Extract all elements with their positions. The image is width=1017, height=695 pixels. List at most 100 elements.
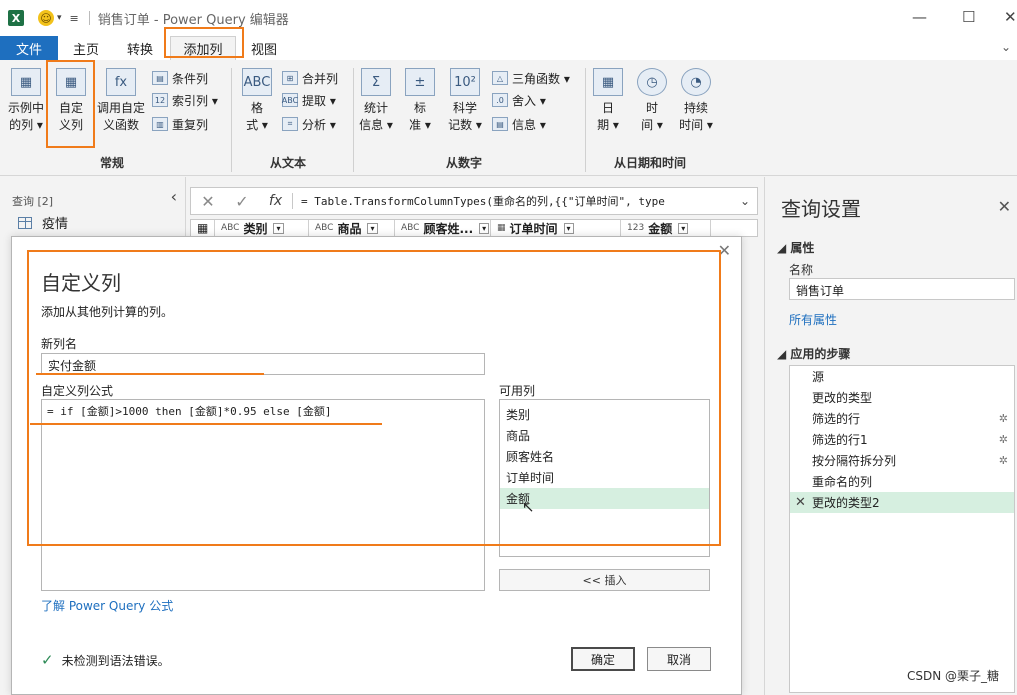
collapse-left-icon[interactable]: ‹	[171, 187, 177, 206]
confirm-formula-icon[interactable]: ✓	[225, 192, 259, 211]
applied-steps-list: 源 更改的类型 筛选的行 ✲ 筛选的行1 ✲ 按分隔符拆分列 ✲ 重命名的列 ✕ 更改的…	[789, 365, 1015, 693]
title-bar: X ☺ ▾ ≡ 销售订单 - Power Query 编辑器 — ☐ ✕	[0, 0, 1017, 36]
chevron-down-icon[interactable]: ⌄	[733, 194, 757, 208]
triangle-icon: △	[492, 71, 508, 85]
dropdown-icon[interactable]: ▾	[367, 222, 378, 234]
standard-button[interactable]: ± 标 准 ▾	[402, 68, 438, 134]
step-item[interactable]: 按分隔符拆分列 ✲	[790, 450, 1014, 471]
group-divider	[585, 68, 586, 172]
title-divider	[88, 11, 90, 25]
invoke-custom-function-button[interactable]: fx 调用自定 义函数	[94, 68, 148, 134]
text-format-icon: ABC	[242, 68, 272, 96]
delete-step-icon[interactable]: ✕	[795, 495, 806, 510]
step-item-selected[interactable]: ✕ 更改的类型2	[790, 492, 1014, 513]
tab-file[interactable]: 文件	[0, 36, 58, 60]
tab-view[interactable]: 视图	[244, 36, 284, 60]
column-from-examples-button[interactable]: ▦ 示例中 的列 ▾	[4, 68, 48, 134]
time-button[interactable]: ◷ 时 间 ▾	[634, 68, 670, 134]
feedback-smiley-icon[interactable]: ☺	[38, 10, 54, 26]
gear-icon[interactable]: ✲	[999, 454, 1008, 467]
step-item[interactable]: 重命名的列	[790, 471, 1014, 492]
info-icon: ▤	[492, 117, 508, 131]
dropdown-icon[interactable]: ▾	[273, 222, 284, 234]
learn-formulas-link[interactable]: 了解 Power Query 公式	[41, 597, 173, 614]
annotation-box-dialog	[27, 250, 721, 546]
extract-button[interactable]: ABC 提取 ▾	[282, 90, 336, 110]
duration-button[interactable]: ◔ 持续 时间 ▾	[676, 68, 716, 134]
close-button[interactable]: ✕	[1004, 8, 1017, 26]
chevron-down-icon[interactable]: ▾	[57, 13, 62, 23]
settings-title: 查询设置	[781, 197, 861, 221]
cancel-formula-icon[interactable]: ✕	[191, 192, 225, 211]
trigonometry-button[interactable]: △ 三角函数 ▾	[492, 68, 570, 88]
group-divider	[353, 68, 354, 172]
watermark: CSDN @栗子_糖	[902, 666, 1003, 685]
column-header[interactable]: ABC 顾客姓... ▾	[395, 220, 491, 236]
maximize-button[interactable]: ☐	[962, 8, 975, 26]
annotation-box-add-column-tab	[164, 27, 244, 58]
annotation-box-custom-column	[46, 60, 95, 148]
conditional-column-button[interactable]: ▤ 条件列	[152, 68, 208, 88]
applied-steps-header: ◢ 应用的步骤	[777, 347, 851, 361]
ribbon-tabs: 文件 主页 转换 添加列 视图 ⌄	[0, 36, 1017, 60]
query-item[interactable]: 疫情	[18, 213, 68, 232]
insert-button[interactable]: << 插入	[499, 569, 710, 591]
step-item[interactable]: 更改的类型	[790, 387, 1014, 408]
calendar-icon: ▦	[593, 68, 623, 96]
statistics-button[interactable]: Σ 统计 信息 ▾	[356, 68, 396, 134]
index-column-button[interactable]: 12 索引列 ▾	[152, 90, 218, 110]
index-icon: 12	[152, 93, 168, 107]
rounding-icon: .0	[492, 93, 508, 107]
dropdown-icon[interactable]: ▾	[563, 222, 574, 234]
ok-button[interactable]: 确定	[571, 647, 635, 671]
chevron-down-icon[interactable]: ⌄	[1001, 40, 1011, 54]
group-label-general: 常规	[100, 156, 125, 170]
gear-icon[interactable]: ✲	[999, 433, 1008, 446]
syntax-status: ✓ 未检测到语法错误。	[41, 651, 170, 669]
exponent-icon: 10²	[450, 68, 480, 96]
table-icon: ▦	[11, 68, 41, 96]
cancel-button[interactable]: 取消	[647, 647, 711, 671]
step-item[interactable]: 筛选的行 ✲	[790, 408, 1014, 429]
scientific-button[interactable]: 10² 科学 记数 ▾	[444, 68, 486, 134]
gear-icon[interactable]: ✲	[999, 412, 1008, 425]
merge-columns-button[interactable]: ⊞ 合并列	[282, 68, 338, 88]
date-button[interactable]: ▦ 日 期 ▾	[590, 68, 626, 134]
all-properties-link[interactable]: 所有属性	[789, 311, 837, 328]
extract-icon: ABC	[282, 93, 298, 107]
column-header[interactable]: 123 金额 ▾	[621, 220, 711, 236]
parse-button[interactable]: ⌗ 分析 ▾	[282, 114, 336, 134]
group-divider	[231, 68, 232, 172]
information-button[interactable]: ▤ 信息 ▾	[492, 114, 546, 134]
format-button[interactable]: ABC 格 式 ▾	[238, 68, 276, 134]
ribbon: ▦ 示例中 的列 ▾ ▦ 自定 义列 fx 调用自定 义函数 ▤ 条件列 12 索引…	[0, 60, 1017, 176]
dropdown-icon[interactable]: ▾	[479, 222, 490, 234]
check-icon: ✓	[41, 651, 54, 669]
column-header[interactable]: ABC 类别 ▾	[215, 220, 309, 236]
parse-icon: ⌗	[282, 117, 298, 131]
close-icon[interactable]: ✕	[998, 197, 1011, 216]
table-icon	[18, 216, 32, 229]
query-settings-pane: 查询设置 ✕ ◢ 属性 名称 销售订单 所有属性 ◢ 应用的步骤 源 更改的类型…	[764, 177, 1017, 695]
excel-icon: X	[8, 10, 24, 26]
annotation-underline-formula	[30, 423, 382, 425]
fx-icon[interactable]: fx	[259, 193, 293, 209]
properties-header: ◢ 属性	[777, 241, 815, 255]
table-menu-icon[interactable]: ▦	[191, 220, 215, 236]
rounding-button[interactable]: .0 舍入 ▾	[492, 90, 546, 110]
duplicate-column-button[interactable]: ▥ 重复列	[152, 114, 208, 134]
column-header[interactable]: ABC 商品 ▾	[309, 220, 395, 236]
step-item[interactable]: 筛选的行1 ✲	[790, 429, 1014, 450]
tab-home[interactable]: 主页	[64, 36, 108, 60]
query-name-input[interactable]: 销售订单	[789, 278, 1015, 300]
customize-toolbar-icon[interactable]: ≡	[70, 12, 79, 25]
formula-input[interactable]: = Table.TransformColumnTypes(重命名的列,{{"订单…	[293, 193, 733, 209]
tab-transform[interactable]: 转换	[118, 36, 162, 60]
minimize-button[interactable]: —	[912, 8, 927, 26]
merge-icon: ⊞	[282, 71, 298, 85]
dropdown-icon[interactable]: ▾	[678, 222, 689, 234]
name-label: 名称	[789, 263, 814, 277]
column-header[interactable]: ▦ 订单时间 ▾	[491, 220, 621, 236]
duplicate-icon: ▥	[152, 117, 168, 131]
step-item[interactable]: 源	[790, 366, 1014, 387]
